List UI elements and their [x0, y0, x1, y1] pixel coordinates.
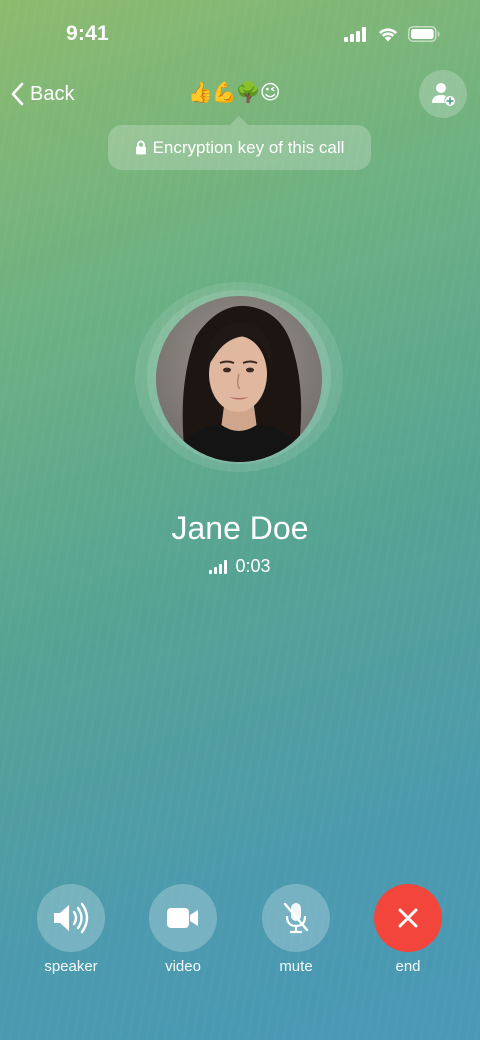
call-status: 0:03: [0, 556, 480, 577]
speaker-control: speaker: [37, 884, 105, 975]
add-user-icon: [432, 83, 455, 106]
video-camera-icon: [167, 908, 198, 928]
video-button[interactable]: [149, 884, 217, 952]
mute-button[interactable]: [262, 884, 330, 952]
close-icon: [398, 908, 418, 928]
status-time: 9:41: [66, 22, 109, 45]
encryption-key-tooltip: Encryption key of this call: [108, 116, 371, 170]
end-control: end: [374, 884, 442, 975]
battery-icon: [408, 26, 440, 42]
mute-control: mute: [262, 884, 330, 975]
back-label: Back: [30, 82, 75, 105]
back-button[interactable]: Back: [10, 78, 74, 110]
wifi-icon: [379, 28, 397, 42]
call-controls: speaker video mute end: [0, 884, 480, 984]
lock-icon: [135, 140, 147, 155]
speaker-label: speaker: [44, 958, 98, 975]
status-icons: [344, 26, 440, 42]
video-control: video: [149, 884, 217, 975]
connection-quality-icon: [209, 560, 228, 574]
mute-label: mute: [279, 958, 313, 975]
status-bar: 9:41: [0, 0, 480, 70]
microphone-muted-icon: [283, 902, 309, 934]
tooltip-text: Encryption key of this call: [152, 137, 345, 157]
add-participant-button[interactable]: [419, 70, 467, 118]
speaker-icon: [54, 902, 89, 934]
caller-avatar: [156, 296, 322, 462]
end-label: end: [395, 958, 421, 975]
caller-avatar-container: [135, 282, 345, 472]
encryption-emoji-key[interactable]: 👍💪🌳😉: [188, 80, 281, 105]
video-label: video: [165, 958, 201, 975]
speaker-button[interactable]: [37, 884, 105, 952]
end-call-button[interactable]: [374, 884, 442, 952]
cellular-signal-icon: [344, 26, 366, 42]
chevron-left-icon: [11, 82, 24, 106]
caller-name: Jane Doe: [171, 510, 309, 546]
call-duration: 0:03: [235, 556, 271, 576]
